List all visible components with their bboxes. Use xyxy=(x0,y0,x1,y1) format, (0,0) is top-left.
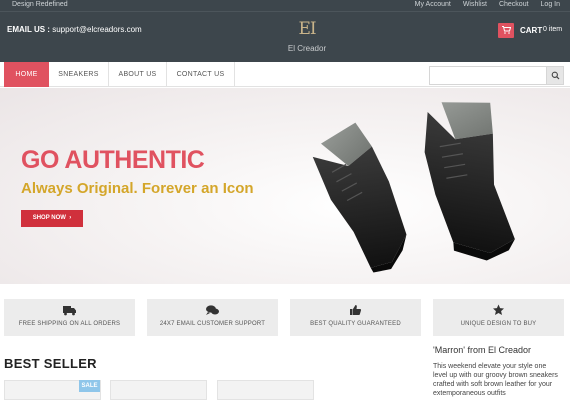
search-box xyxy=(429,66,564,87)
sale-badge: SALE xyxy=(79,380,100,392)
hero-title: GO AUTHENTIC xyxy=(21,146,205,174)
shop-now-button[interactable]: SHOP NOW › xyxy=(21,210,83,227)
promo-text: This weekend elevate your style one leve… xyxy=(433,363,558,397)
truck-icon xyxy=(63,306,76,316)
email-label: EMAIL US : xyxy=(7,25,50,34)
chevron-right-icon: › xyxy=(67,215,72,221)
cart-label[interactable]: CART xyxy=(520,26,542,35)
email-contact: EMAIL US : support@elcreadors.com xyxy=(7,25,142,34)
cart-icon[interactable] xyxy=(498,23,514,38)
my-account-link[interactable]: My Account xyxy=(415,1,451,8)
star-icon xyxy=(493,304,504,315)
feature-label: BEST QUALITY GUARANTEED xyxy=(310,321,401,327)
search-icon xyxy=(551,71,560,80)
feature-label: 24X7 EMAIL CUSTOMER SUPPORT xyxy=(159,321,266,327)
best-seller-heading: BEST SELLER xyxy=(4,356,97,371)
nav-sneakers[interactable]: SNEAKERS xyxy=(49,62,109,87)
sneakers-image xyxy=(312,102,515,273)
search-button[interactable] xyxy=(546,67,563,84)
hero-subtitle: Always Original. Forever an Icon xyxy=(21,180,254,197)
nav-home[interactable]: HOME xyxy=(4,62,49,87)
product-card[interactable] xyxy=(217,380,314,400)
promo-title: 'Marron' from El Creador xyxy=(433,345,531,355)
site-logo[interactable]: EI El Creador xyxy=(282,20,332,53)
wishlist-link[interactable]: Wishlist xyxy=(463,1,487,8)
cart-count: 0 item xyxy=(543,26,563,33)
site-header: EMAIL US : support@elcreadors.com EI El … xyxy=(0,11,570,62)
email-address[interactable]: support@elcreadors.com xyxy=(52,25,142,34)
feature-email-support: 24X7 EMAIL CUSTOMER SUPPORT xyxy=(147,299,278,336)
nav-about-us[interactable]: ABOUT US xyxy=(109,62,167,87)
search-input[interactable] xyxy=(430,70,545,87)
top-utility-bar: Design Redefined My Account Wishlist Che… xyxy=(0,0,570,11)
account-links: My Account Wishlist Checkout Log In xyxy=(415,1,560,8)
feature-best-quality: BEST QUALITY GUARANTEED xyxy=(290,299,421,336)
shop-now-label: SHOP NOW xyxy=(32,215,66,221)
thumbs-up-icon xyxy=(350,305,362,315)
logo-name: El Creador xyxy=(287,44,327,53)
logo-mark: EI xyxy=(298,19,316,39)
checkout-link[interactable]: Checkout xyxy=(499,1,529,8)
tagline: Design Redefined xyxy=(12,1,68,8)
feature-free-shipping: FREE SHIPPING ON ALL ORDERS xyxy=(4,299,135,336)
chat-icon xyxy=(206,305,219,315)
nav-contact-us[interactable]: CONTACT US xyxy=(167,62,235,87)
feature-label: UNIQUE DESIGN TO BUY xyxy=(460,321,537,327)
hero-banner: GO AUTHENTIC Always Original. Forever an… xyxy=(0,88,570,284)
login-link[interactable]: Log In xyxy=(541,1,560,8)
feature-label: FREE SHIPPING ON ALL ORDERS xyxy=(18,321,121,327)
feature-unique-design: UNIQUE DESIGN TO BUY xyxy=(433,299,564,336)
product-card[interactable] xyxy=(110,380,207,400)
